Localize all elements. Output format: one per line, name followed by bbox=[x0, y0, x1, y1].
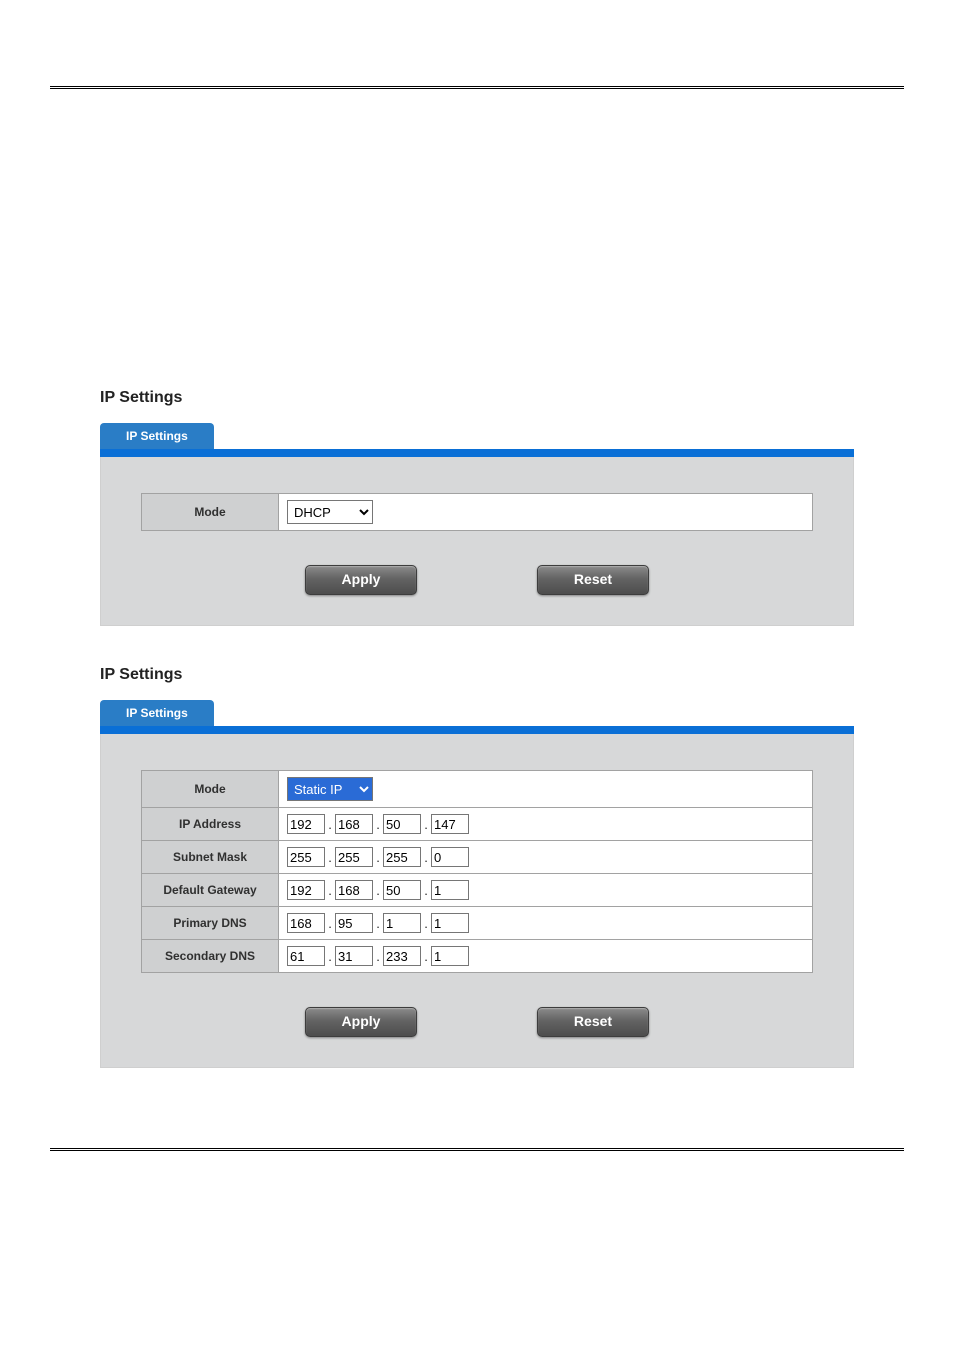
dot-separator: . bbox=[373, 949, 383, 964]
primary-dns-octet-4[interactable] bbox=[431, 913, 469, 933]
dot-separator: . bbox=[421, 949, 431, 964]
dot-separator: . bbox=[421, 850, 431, 865]
row-mode-dhcp: Mode DHCPStatic IP bbox=[142, 494, 813, 531]
ip-address-octet-4[interactable] bbox=[431, 814, 469, 834]
row-subnet-mask: Subnet Mask ... bbox=[142, 841, 813, 874]
section2-title: IP Settings bbox=[100, 666, 954, 684]
row-primary-dns: Primary DNS ... bbox=[142, 907, 813, 940]
ip-address-octet-3[interactable] bbox=[383, 814, 421, 834]
dot-separator: . bbox=[421, 883, 431, 898]
label-subnet-mask: Subnet Mask bbox=[142, 841, 279, 874]
primary-dns-octet-3[interactable] bbox=[383, 913, 421, 933]
mode-select-dhcp[interactable]: DHCPStatic IP bbox=[287, 500, 373, 524]
dot-separator: . bbox=[373, 916, 383, 931]
default-gateway-octet-1[interactable] bbox=[287, 880, 325, 900]
dot-separator: . bbox=[373, 883, 383, 898]
ip-address-octet-1[interactable] bbox=[287, 814, 325, 834]
reset-button[interactable]: Reset bbox=[537, 1007, 649, 1037]
apply-button[interactable]: Apply bbox=[305, 1007, 417, 1037]
primary-dns-octet-2[interactable] bbox=[335, 913, 373, 933]
label-default-gateway: Default Gateway bbox=[142, 874, 279, 907]
apply-button[interactable]: Apply bbox=[305, 565, 417, 595]
dot-separator: . bbox=[325, 949, 335, 964]
section2-panel: Mode DHCPStatic IP IP Address ... Subnet… bbox=[100, 734, 854, 1068]
dot-separator: . bbox=[325, 883, 335, 898]
default-gateway-octet-3[interactable] bbox=[383, 880, 421, 900]
dot-separator: . bbox=[325, 850, 335, 865]
default-gateway-octet-2[interactable] bbox=[335, 880, 373, 900]
secondary-dns-octet-2[interactable] bbox=[335, 946, 373, 966]
ip-address-octet-2[interactable] bbox=[335, 814, 373, 834]
subnet-mask-octet-3[interactable] bbox=[383, 847, 421, 867]
subnet-mask-octet-4[interactable] bbox=[431, 847, 469, 867]
section1-panel: Mode DHCPStatic IP Apply Reset bbox=[100, 457, 854, 626]
label-mode: Mode bbox=[142, 771, 279, 808]
secondary-dns-octet-3[interactable] bbox=[383, 946, 421, 966]
dot-separator: . bbox=[325, 916, 335, 931]
primary-dns-octet-1[interactable] bbox=[287, 913, 325, 933]
dot-separator: . bbox=[373, 817, 383, 832]
subnet-mask-octet-1[interactable] bbox=[287, 847, 325, 867]
section2-blue-bar bbox=[100, 726, 854, 734]
section1-title: IP Settings bbox=[100, 389, 954, 407]
section1-tab[interactable]: IP Settings bbox=[100, 423, 214, 449]
section1-blue-bar bbox=[100, 449, 854, 457]
label-secondary-dns: Secondary DNS bbox=[142, 940, 279, 973]
subnet-mask-octet-2[interactable] bbox=[335, 847, 373, 867]
row-default-gateway: Default Gateway ... bbox=[142, 874, 813, 907]
secondary-dns-octet-1[interactable] bbox=[287, 946, 325, 966]
dot-separator: . bbox=[421, 817, 431, 832]
row-secondary-dns: Secondary DNS ... bbox=[142, 940, 813, 973]
reset-button[interactable]: Reset bbox=[537, 565, 649, 595]
default-gateway-octet-4[interactable] bbox=[431, 880, 469, 900]
dot-separator: . bbox=[325, 817, 335, 832]
label-mode: Mode bbox=[142, 494, 279, 531]
section2-tab[interactable]: IP Settings bbox=[100, 700, 214, 726]
row-mode-static: Mode DHCPStatic IP bbox=[142, 771, 813, 808]
mode-select-static[interactable]: DHCPStatic IP bbox=[287, 777, 373, 801]
dot-separator: . bbox=[373, 850, 383, 865]
label-primary-dns: Primary DNS bbox=[142, 907, 279, 940]
dot-separator: . bbox=[421, 916, 431, 931]
label-ip-address: IP Address bbox=[142, 808, 279, 841]
row-ip-address: IP Address ... bbox=[142, 808, 813, 841]
secondary-dns-octet-4[interactable] bbox=[431, 946, 469, 966]
